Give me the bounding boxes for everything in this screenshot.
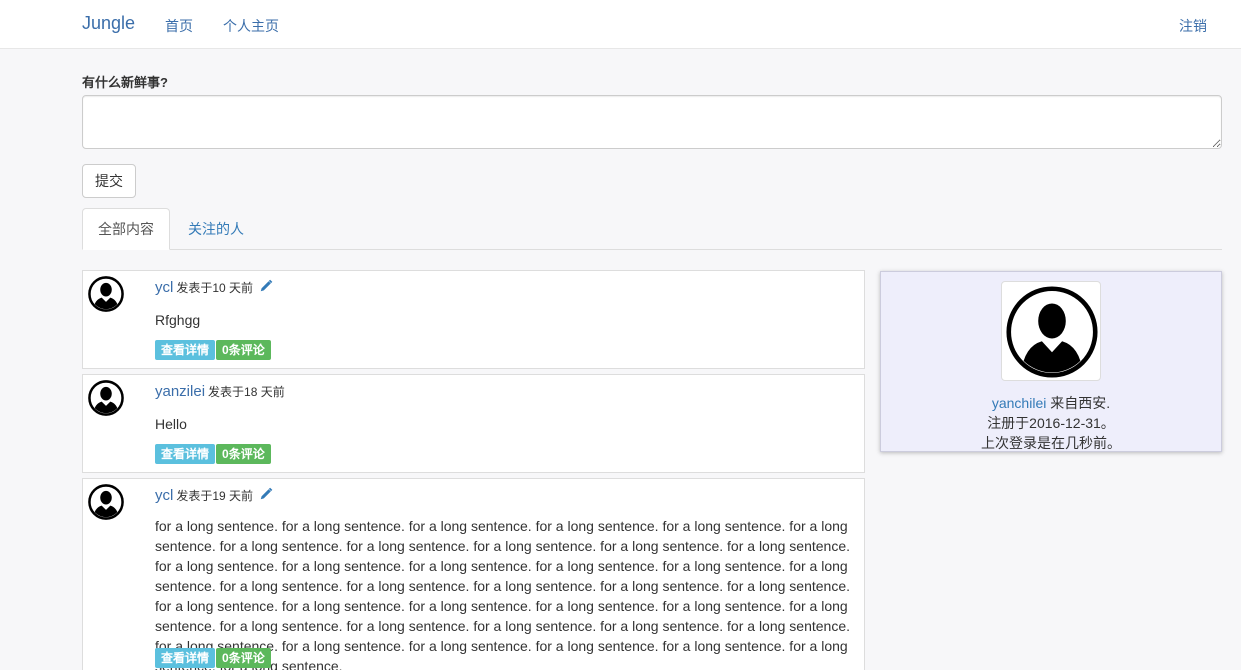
profile-registered: 注册于2016-12-31。 <box>987 415 1115 431</box>
post-author-link[interactable]: yanzilei <box>155 383 205 400</box>
avatar-icon[interactable] <box>88 276 124 312</box>
post-badges: 查看详情 0条评论 <box>155 340 272 360</box>
pencil-icon[interactable] <box>259 487 273 501</box>
profile-card: yanchilei 来自西安. 注册于2016-12-31。 上次登录是在几秒前… <box>880 271 1222 452</box>
avatar-icon[interactable] <box>88 380 124 416</box>
tab-all-content[interactable]: 全部内容 <box>82 208 170 250</box>
post-item: ycl 发表于19 天前 for a long sentence. for a l… <box>82 478 865 670</box>
nav-profile-link[interactable]: 个人主页 <box>223 16 279 36</box>
post-body: Rfghgg <box>155 312 201 328</box>
post-header: ycl 发表于19 天前 <box>155 487 273 504</box>
post-body: Hello <box>155 416 187 432</box>
view-detail-badge[interactable]: 查看详情 <box>155 444 216 464</box>
comments-badge[interactable]: 0条评论 <box>216 648 271 668</box>
view-detail-badge[interactable]: 查看详情 <box>155 648 216 668</box>
post-item: ycl 发表于10 天前 Rfghgg 查看详情 0条评论 <box>82 270 865 369</box>
post-badges: 查看详情 0条评论 <box>155 444 272 464</box>
post-author-link[interactable]: ycl <box>155 487 173 504</box>
post-time: 发表于19 天前 <box>176 489 254 503</box>
post-textarea[interactable] <box>82 95 1222 149</box>
post-header: ycl 发表于10 天前 <box>155 279 273 296</box>
brand-link[interactable]: Jungle <box>82 13 135 34</box>
comments-badge[interactable]: 0条评论 <box>216 444 271 464</box>
avatar-icon[interactable] <box>88 484 124 520</box>
post-badges: 查看详情 0条评论 <box>155 648 272 668</box>
post-body: for a long sentence. for a long sentence… <box>155 518 851 670</box>
post-item: yanzilei 发表于18 天前 Hello 查看详情 0条评论 <box>82 374 865 473</box>
submit-button[interactable]: 提交 <box>82 164 136 198</box>
profile-username-link[interactable]: yanchilei <box>992 395 1046 411</box>
nav-logout-link[interactable]: 注销 <box>1179 16 1207 36</box>
view-detail-badge[interactable]: 查看详情 <box>155 340 216 360</box>
nav-home-link[interactable]: 首页 <box>165 16 193 36</box>
post-header: yanzilei 发表于18 天前 <box>155 383 285 400</box>
profile-location: 来自西安. <box>1046 395 1111 411</box>
post-author-link[interactable]: ycl <box>155 279 173 296</box>
post-prompt-label: 有什么新鲜事? <box>82 75 168 90</box>
post-time: 发表于10 天前 <box>176 281 254 295</box>
profile-avatar-frame <box>1001 281 1101 381</box>
tab-following[interactable]: 关注的人 <box>172 208 260 250</box>
profile-location-line: yanchilei 来自西安. <box>881 393 1221 413</box>
avatar-icon[interactable] <box>1006 286 1098 378</box>
post-time: 发表于18 天前 <box>208 385 285 399</box>
profile-last-login: 上次登录是在几秒前。 <box>981 435 1121 451</box>
pencil-icon[interactable] <box>259 279 273 293</box>
navbar: Jungle 首页 个人主页 注销 <box>0 0 1241 49</box>
comments-badge[interactable]: 0条评论 <box>216 340 271 360</box>
